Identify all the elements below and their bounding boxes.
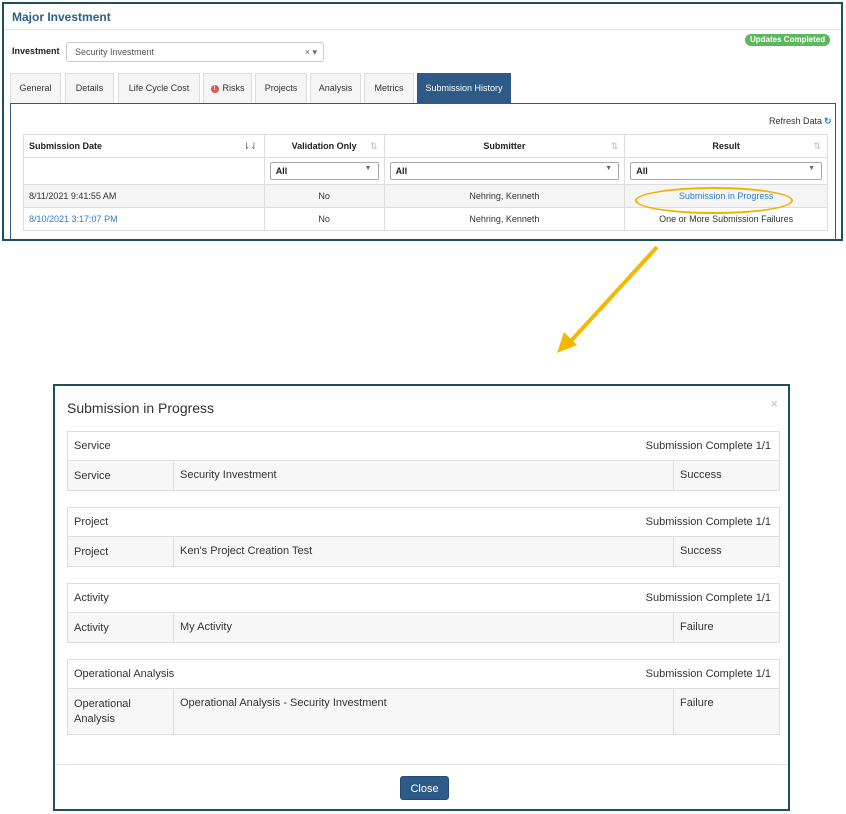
section-activity: Activity Submission Complete 1/1 Activit… [67,583,780,643]
item-type: Project [68,537,174,566]
section-service: Service Submission Complete 1/1 Service … [67,431,780,491]
section-status: Submission Complete 1/1 [645,668,771,680]
section-row: Service Security Investment Success [68,461,779,490]
item-result: Failure [680,697,714,709]
item-result: Success [680,469,722,481]
arrow-line [568,245,659,344]
close-icon[interactable]: × [770,396,778,411]
submission-progress-modal: Submission in Progress × Service Submiss… [53,384,790,811]
section-row: Activity My Activity Failure [68,613,779,642]
section-status: Submission Complete 1/1 [645,592,771,604]
section-row: Project Ken's Project Creation Test Succ… [68,537,779,566]
section-operational-analysis: Operational Analysis Submission Complete… [67,659,780,735]
modal-title: Submission in Progress [67,400,215,416]
section-row: Operational Analysis Operational Analysi… [68,689,779,734]
item-result: Failure [680,621,714,633]
item-result: Success [680,545,722,557]
section-name: Activity [74,592,109,604]
item-name: Ken's Project Creation Test [174,537,674,566]
section-project: Project Submission Complete 1/1 Project … [67,507,780,567]
section-name: Service [74,440,111,452]
item-name: Operational Analysis - Security Investme… [174,689,674,734]
item-type: Operational Analysis [68,689,174,734]
item-name: Security Investment [174,461,674,490]
item-type: Activity [68,613,174,642]
section-status: Submission Complete 1/1 [645,516,771,528]
section-name: Project [74,516,109,528]
section-status: Submission Complete 1/1 [645,440,771,452]
modal-footer-divider [55,764,788,765]
close-button[interactable]: Close [400,776,449,800]
item-type: Service [68,461,174,490]
section-name: Operational Analysis [74,668,175,680]
item-name: My Activity [174,613,674,642]
